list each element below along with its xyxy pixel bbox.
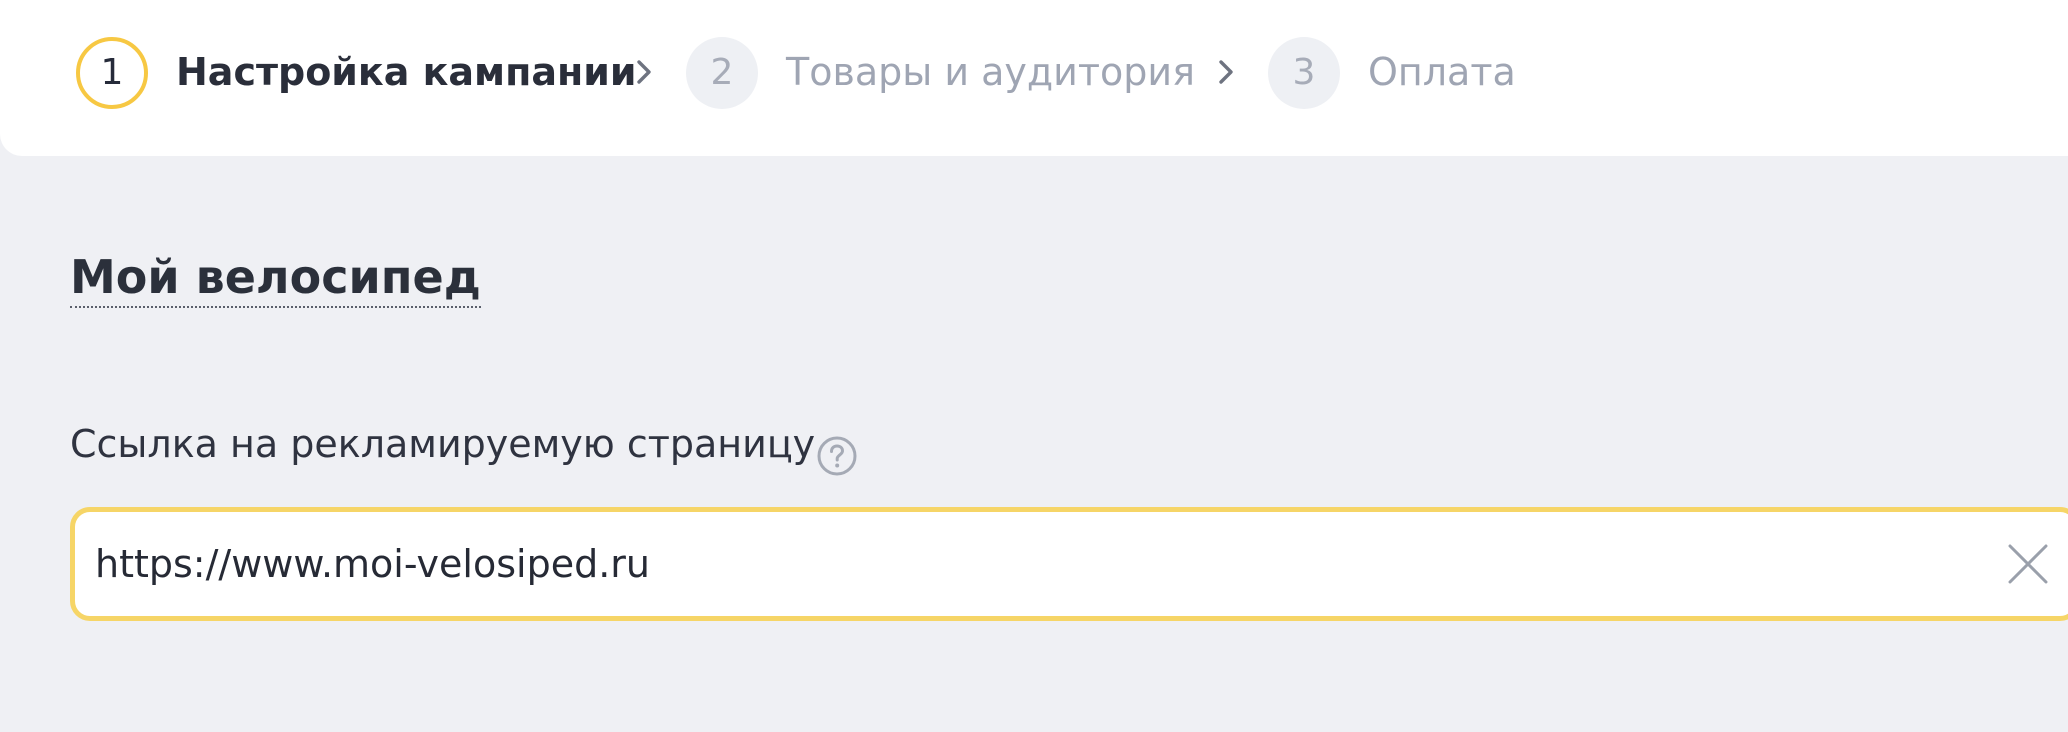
close-icon[interactable] xyxy=(2005,541,2051,587)
step-3-number[interactable]: 3 xyxy=(1268,37,1340,109)
step-3-label[interactable]: Оплата xyxy=(1368,44,1516,100)
campaign-form: Мой велосипед Ссылка на рекламируемую ст… xyxy=(0,110,2068,732)
campaign-setup-page: 1 Настройка кампании 2 Товары и аудитори… xyxy=(0,0,2068,732)
step-2-number[interactable]: 2 xyxy=(686,37,758,109)
step-2-label[interactable]: Товары и аудитория xyxy=(786,44,1195,100)
url-field-label: Ссылка на рекламируемую страницу xyxy=(70,422,816,466)
step-1-label[interactable]: Настройка кампании xyxy=(176,44,637,100)
url-input[interactable] xyxy=(95,512,1915,616)
stepper: 1 Настройка кампании 2 Товары и аудитори… xyxy=(0,0,2068,156)
chevron-right-icon xyxy=(1219,60,1233,84)
question-circle-icon[interactable] xyxy=(816,435,858,477)
step-1-number[interactable]: 1 xyxy=(76,37,148,109)
campaign-title[interactable]: Мой велосипед xyxy=(70,250,481,308)
chevron-right-icon xyxy=(637,60,651,84)
url-field[interactable] xyxy=(70,507,2068,621)
